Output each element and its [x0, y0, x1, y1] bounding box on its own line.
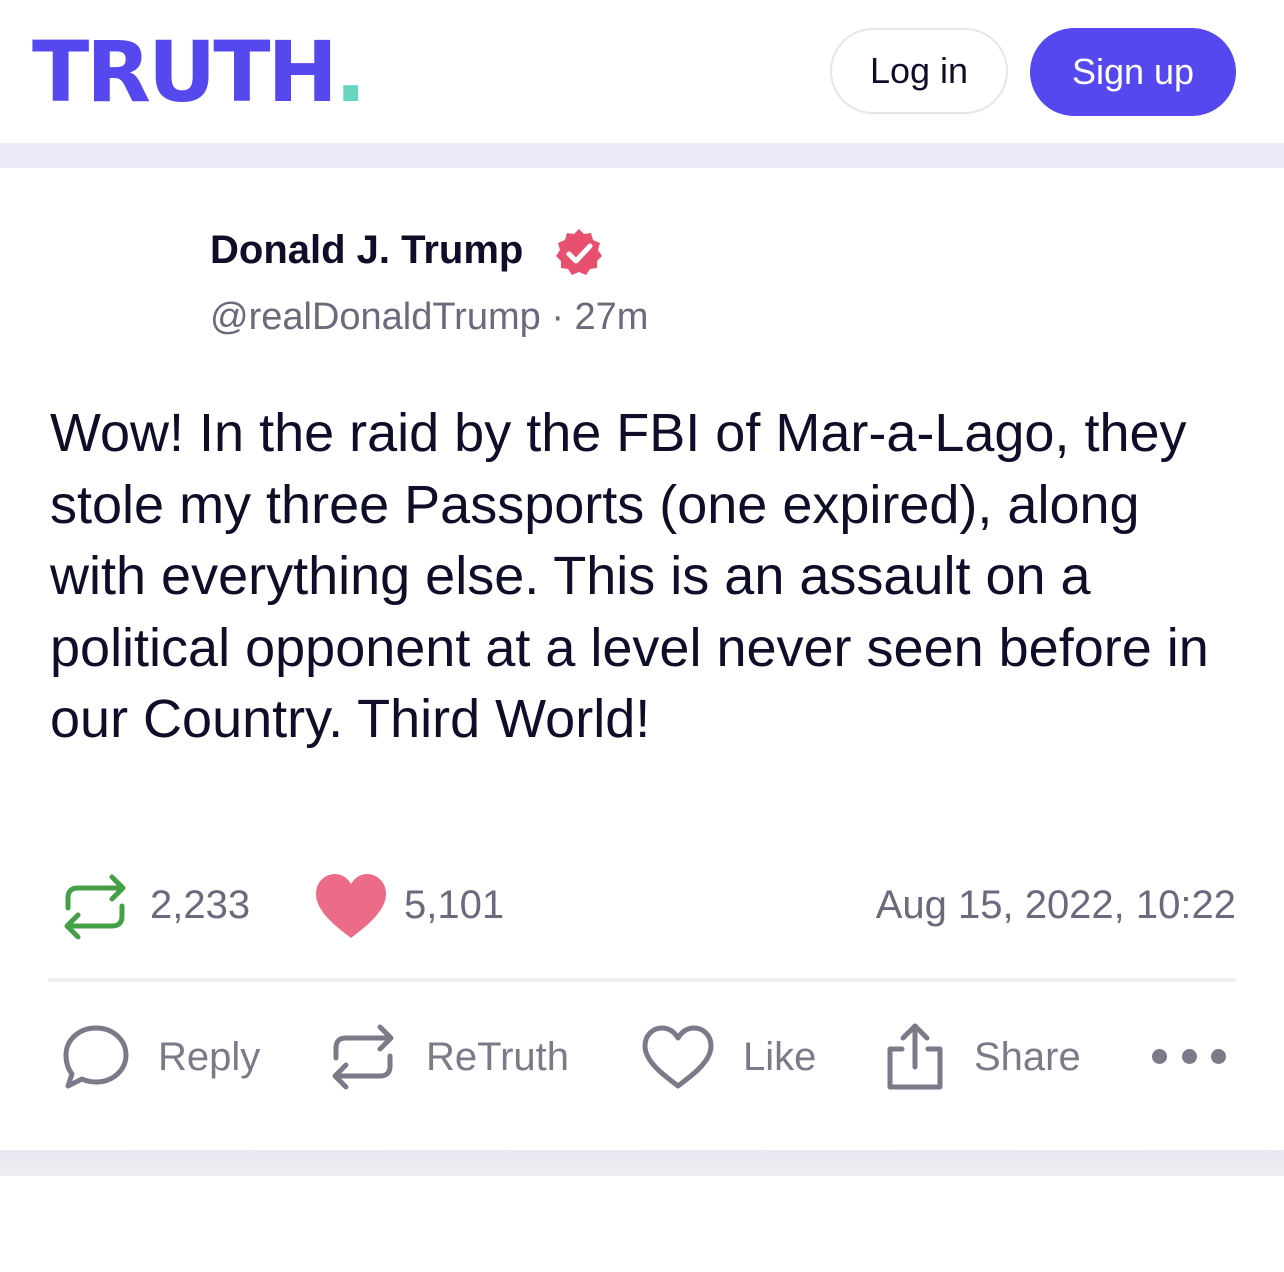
like-count: 5,101 [404, 883, 505, 927]
more-dot [1181, 1048, 1197, 1064]
header-separator [0, 143, 1284, 168]
like-heart-icon [642, 1025, 714, 1089]
author-handle[interactable]: @realDonaldTrump [210, 296, 541, 338]
logo-dot: . [334, 23, 367, 121]
reply-button[interactable]: Reply [62, 1022, 260, 1092]
like-button[interactable]: Like [641, 1022, 816, 1092]
more-icon[interactable] [1152, 1046, 1226, 1066]
top-bar: TRUTH. Log in Sign up [0, 0, 1284, 143]
reply-icon [63, 1025, 129, 1089]
post-meta: @realDonaldTrump · 27m [210, 296, 648, 339]
retruth-label: ReTruth [426, 1034, 570, 1079]
more-dot [1152, 1048, 1167, 1064]
more-dot [1211, 1048, 1226, 1064]
logo-text: TRUTH [32, 23, 338, 121]
card-bottom-separator [0, 1150, 1284, 1176]
reply-label: Reply [158, 1034, 261, 1079]
relative-time: 27m [574, 296, 649, 338]
share-icon [887, 1023, 943, 1090]
author-name[interactable]: Donald J. Trump [210, 228, 523, 273]
share-button[interactable]: Share [884, 1022, 1081, 1092]
post-timestamp: Aug 15, 2022, 10:22 [875, 883, 1236, 927]
retruth-count: 2,233 [150, 883, 251, 927]
login-button[interactable]: Log in [830, 28, 1008, 114]
retruth-button[interactable]: ReTruth [328, 1022, 569, 1092]
divider [48, 978, 1236, 982]
truth-logo[interactable]: TRUTH. [32, 30, 367, 114]
verified-badge-icon [556, 229, 602, 275]
retruth-icon[interactable] [60, 872, 130, 942]
meta-separator: · [551, 296, 564, 338]
heart-icon[interactable] [314, 872, 388, 940]
signup-button[interactable]: Sign up [1030, 28, 1236, 116]
like-label: Like [743, 1034, 817, 1079]
share-label: Share [974, 1034, 1081, 1079]
post-text: Wow! In the raid by the FBI of Mar-a-Lag… [50, 403, 1209, 749]
retruth-action-icon [332, 1024, 394, 1090]
